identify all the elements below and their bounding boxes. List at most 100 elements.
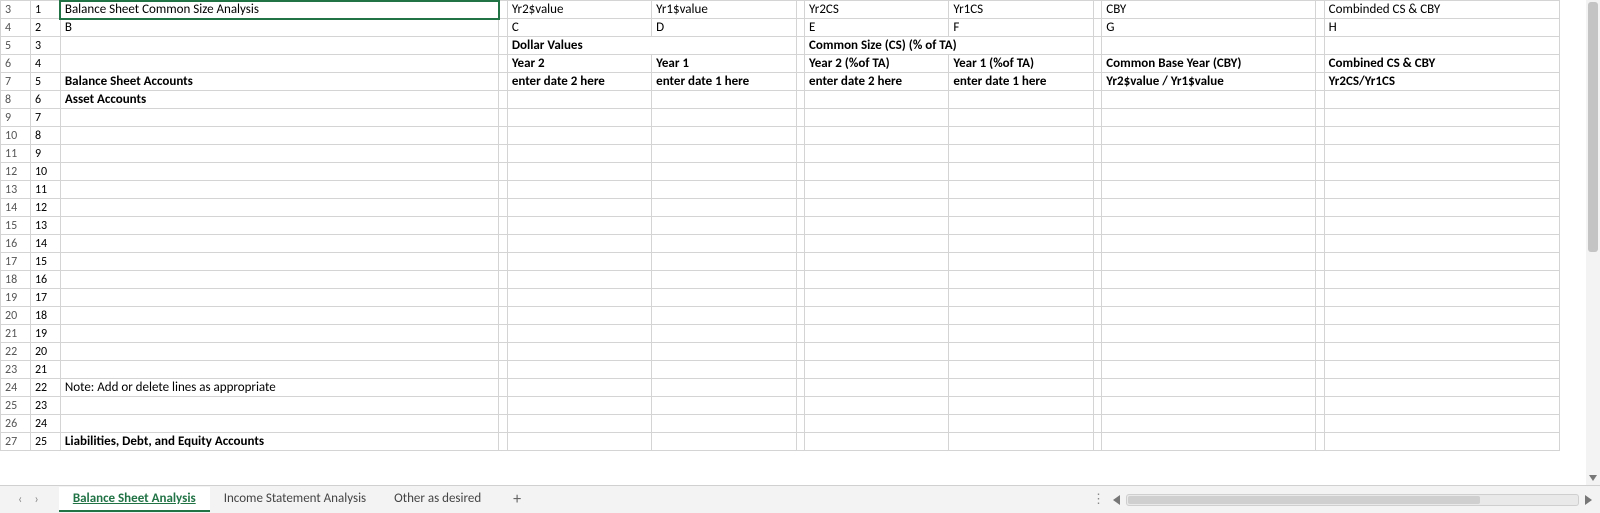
cell[interactable]: 17: [30, 289, 60, 307]
cell[interactable]: [805, 289, 949, 307]
vertical-scroll-thumb[interactable]: [1588, 2, 1598, 252]
cell[interactable]: [949, 91, 1093, 109]
cell[interactable]: 25: [30, 433, 60, 451]
cell[interactable]: [1102, 163, 1316, 181]
cell[interactable]: [805, 433, 949, 451]
cell[interactable]: [652, 235, 796, 253]
row-header[interactable]: 18: [1, 271, 31, 289]
cell[interactable]: Yr1$value: [652, 1, 796, 19]
cell[interactable]: [949, 397, 1093, 415]
scroll-left-icon[interactable]: [1113, 495, 1120, 505]
cell[interactable]: [1102, 433, 1316, 451]
cell[interactable]: [60, 109, 498, 127]
cell[interactable]: [1324, 307, 1559, 325]
cell[interactable]: 3: [30, 37, 60, 55]
cell[interactable]: 24: [30, 415, 60, 433]
cell[interactable]: [507, 145, 651, 163]
cell[interactable]: [805, 199, 949, 217]
tab-split-handle-icon[interactable]: ⋮: [1092, 492, 1107, 507]
row-header[interactable]: 8: [1, 91, 31, 109]
cell[interactable]: [507, 127, 651, 145]
cell[interactable]: [507, 217, 651, 235]
cell[interactable]: [1324, 235, 1559, 253]
cell[interactable]: E: [805, 19, 949, 37]
cell[interactable]: [1324, 361, 1559, 379]
cell[interactable]: Balance Sheet Accounts: [60, 73, 498, 91]
cell[interactable]: [805, 307, 949, 325]
row-header[interactable]: 3: [1, 1, 31, 19]
row-header[interactable]: 26: [1, 415, 31, 433]
cell[interactable]: 12: [30, 199, 60, 217]
cell[interactable]: [949, 217, 1093, 235]
cell[interactable]: [805, 127, 949, 145]
cell[interactable]: Combined CS & CBY: [1324, 55, 1559, 73]
cell[interactable]: [1324, 91, 1559, 109]
cell[interactable]: [805, 343, 949, 361]
cell[interactable]: [805, 163, 949, 181]
cell[interactable]: [805, 235, 949, 253]
cell[interactable]: [652, 433, 796, 451]
cell[interactable]: [652, 379, 796, 397]
cell[interactable]: [652, 145, 796, 163]
cell[interactable]: [60, 253, 498, 271]
horizontal-scrollbar[interactable]: ⋮: [1092, 492, 1592, 507]
row-header[interactable]: 11: [1, 145, 31, 163]
cell[interactable]: [949, 289, 1093, 307]
cell[interactable]: [652, 325, 796, 343]
horizontal-scroll-track[interactable]: [1126, 494, 1579, 506]
cell[interactable]: [60, 325, 498, 343]
cell[interactable]: [1324, 37, 1559, 55]
cell[interactable]: [805, 379, 949, 397]
cell[interactable]: [1324, 181, 1559, 199]
cell[interactable]: [1102, 127, 1316, 145]
horizontal-scroll-thumb[interactable]: [1128, 496, 1480, 504]
cell[interactable]: 16: [30, 271, 60, 289]
cell[interactable]: Combinded CS & CBY: [1324, 1, 1559, 19]
cell[interactable]: [60, 397, 498, 415]
cell[interactable]: [1324, 109, 1559, 127]
cell[interactable]: [507, 91, 651, 109]
cell[interactable]: [60, 127, 498, 145]
cell[interactable]: [1102, 307, 1316, 325]
cell[interactable]: H: [1324, 19, 1559, 37]
cell[interactable]: enter date 2 here: [805, 73, 949, 91]
cell[interactable]: [507, 343, 651, 361]
cell[interactable]: [507, 181, 651, 199]
cell[interactable]: enter date 2 here: [507, 73, 651, 91]
cell[interactable]: 9: [30, 145, 60, 163]
sheet-tab[interactable]: Income Statement Analysis: [210, 487, 380, 512]
cell[interactable]: 21: [30, 361, 60, 379]
cell[interactable]: [1324, 199, 1559, 217]
cell[interactable]: Common Base Year (CBY): [1102, 55, 1316, 73]
cell[interactable]: [652, 361, 796, 379]
cell[interactable]: Year 2 (%of TA): [805, 55, 949, 73]
cell[interactable]: Common Size (CS) (% of TA): [805, 37, 1094, 55]
cell[interactable]: D: [652, 19, 796, 37]
cell[interactable]: [60, 289, 498, 307]
cell[interactable]: [1324, 343, 1559, 361]
worksheet-area[interactable]: 31Balance Sheet Common Size AnalysisYr2$…: [0, 0, 1600, 485]
cell[interactable]: [1324, 289, 1559, 307]
cell[interactable]: [949, 415, 1093, 433]
cell[interactable]: [949, 181, 1093, 199]
row-header[interactable]: 17: [1, 253, 31, 271]
row-header[interactable]: 16: [1, 235, 31, 253]
cell[interactable]: [652, 307, 796, 325]
spreadsheet-grid[interactable]: 31Balance Sheet Common Size AnalysisYr2$…: [0, 0, 1560, 451]
cell[interactable]: 1: [30, 1, 60, 19]
cell[interactable]: [805, 325, 949, 343]
cell[interactable]: [949, 379, 1093, 397]
cell[interactable]: 5: [30, 73, 60, 91]
cell[interactable]: [60, 307, 498, 325]
cell[interactable]: [507, 397, 651, 415]
cell[interactable]: [652, 181, 796, 199]
cell[interactable]: [949, 433, 1093, 451]
cell[interactable]: [652, 91, 796, 109]
cell[interactable]: 11: [30, 181, 60, 199]
cell[interactable]: B: [60, 19, 498, 37]
cell[interactable]: [805, 397, 949, 415]
cell[interactable]: [507, 271, 651, 289]
cell[interactable]: [949, 361, 1093, 379]
cell[interactable]: [1324, 127, 1559, 145]
row-header[interactable]: 9: [1, 109, 31, 127]
